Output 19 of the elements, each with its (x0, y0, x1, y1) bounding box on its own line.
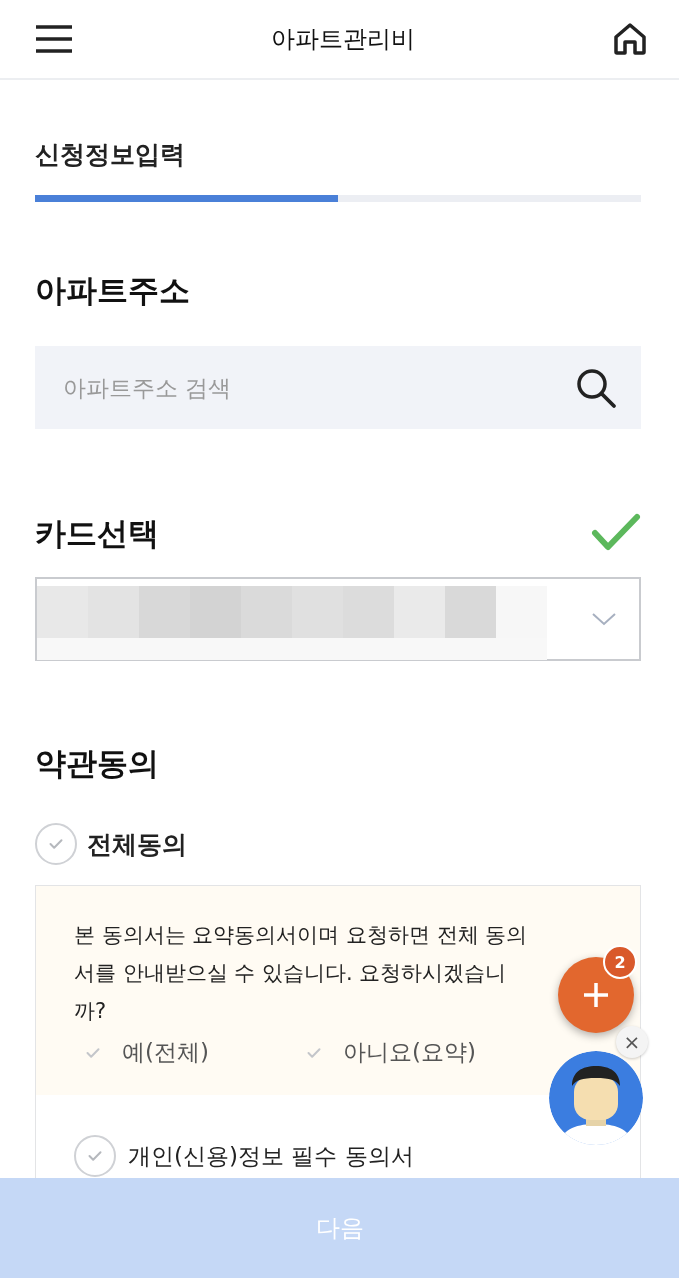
option-button[interactable]: 예(전체) (74, 1036, 215, 1069)
chevron-down-icon (591, 612, 617, 626)
checkbox[interactable] (74, 1135, 116, 1177)
screen-title: 아파트관리비 (271, 24, 415, 55)
consent-notice: 본 동의서는 요약동의서이며 요청하면 전체 동의서를 안내받으실 수 있습니다. 요청하시겠습니까? (74, 922, 529, 1025)
section-heading: 약관동의 (35, 744, 160, 783)
section-heading: 아파트주소 (35, 271, 191, 310)
checkbox-label: 전체동의 (87, 828, 187, 861)
close-button[interactable]: × (616, 1026, 648, 1058)
checkbox[interactable] (35, 823, 77, 865)
consent-item-label[interactable]: 개인(신용)정보 필수 동의서 (128, 1140, 414, 1172)
search-icon[interactable] (575, 366, 617, 409)
menu-icon[interactable] (35, 25, 73, 53)
step-label: 신청정보입력 (35, 139, 186, 171)
home-icon[interactable] (613, 22, 647, 56)
section-heading: 카드선택 (35, 514, 159, 553)
option-button[interactable]: 아니요(요약) (294, 1036, 482, 1069)
chatbot-avatar[interactable] (548, 1050, 644, 1146)
plus-icon (583, 982, 609, 1008)
